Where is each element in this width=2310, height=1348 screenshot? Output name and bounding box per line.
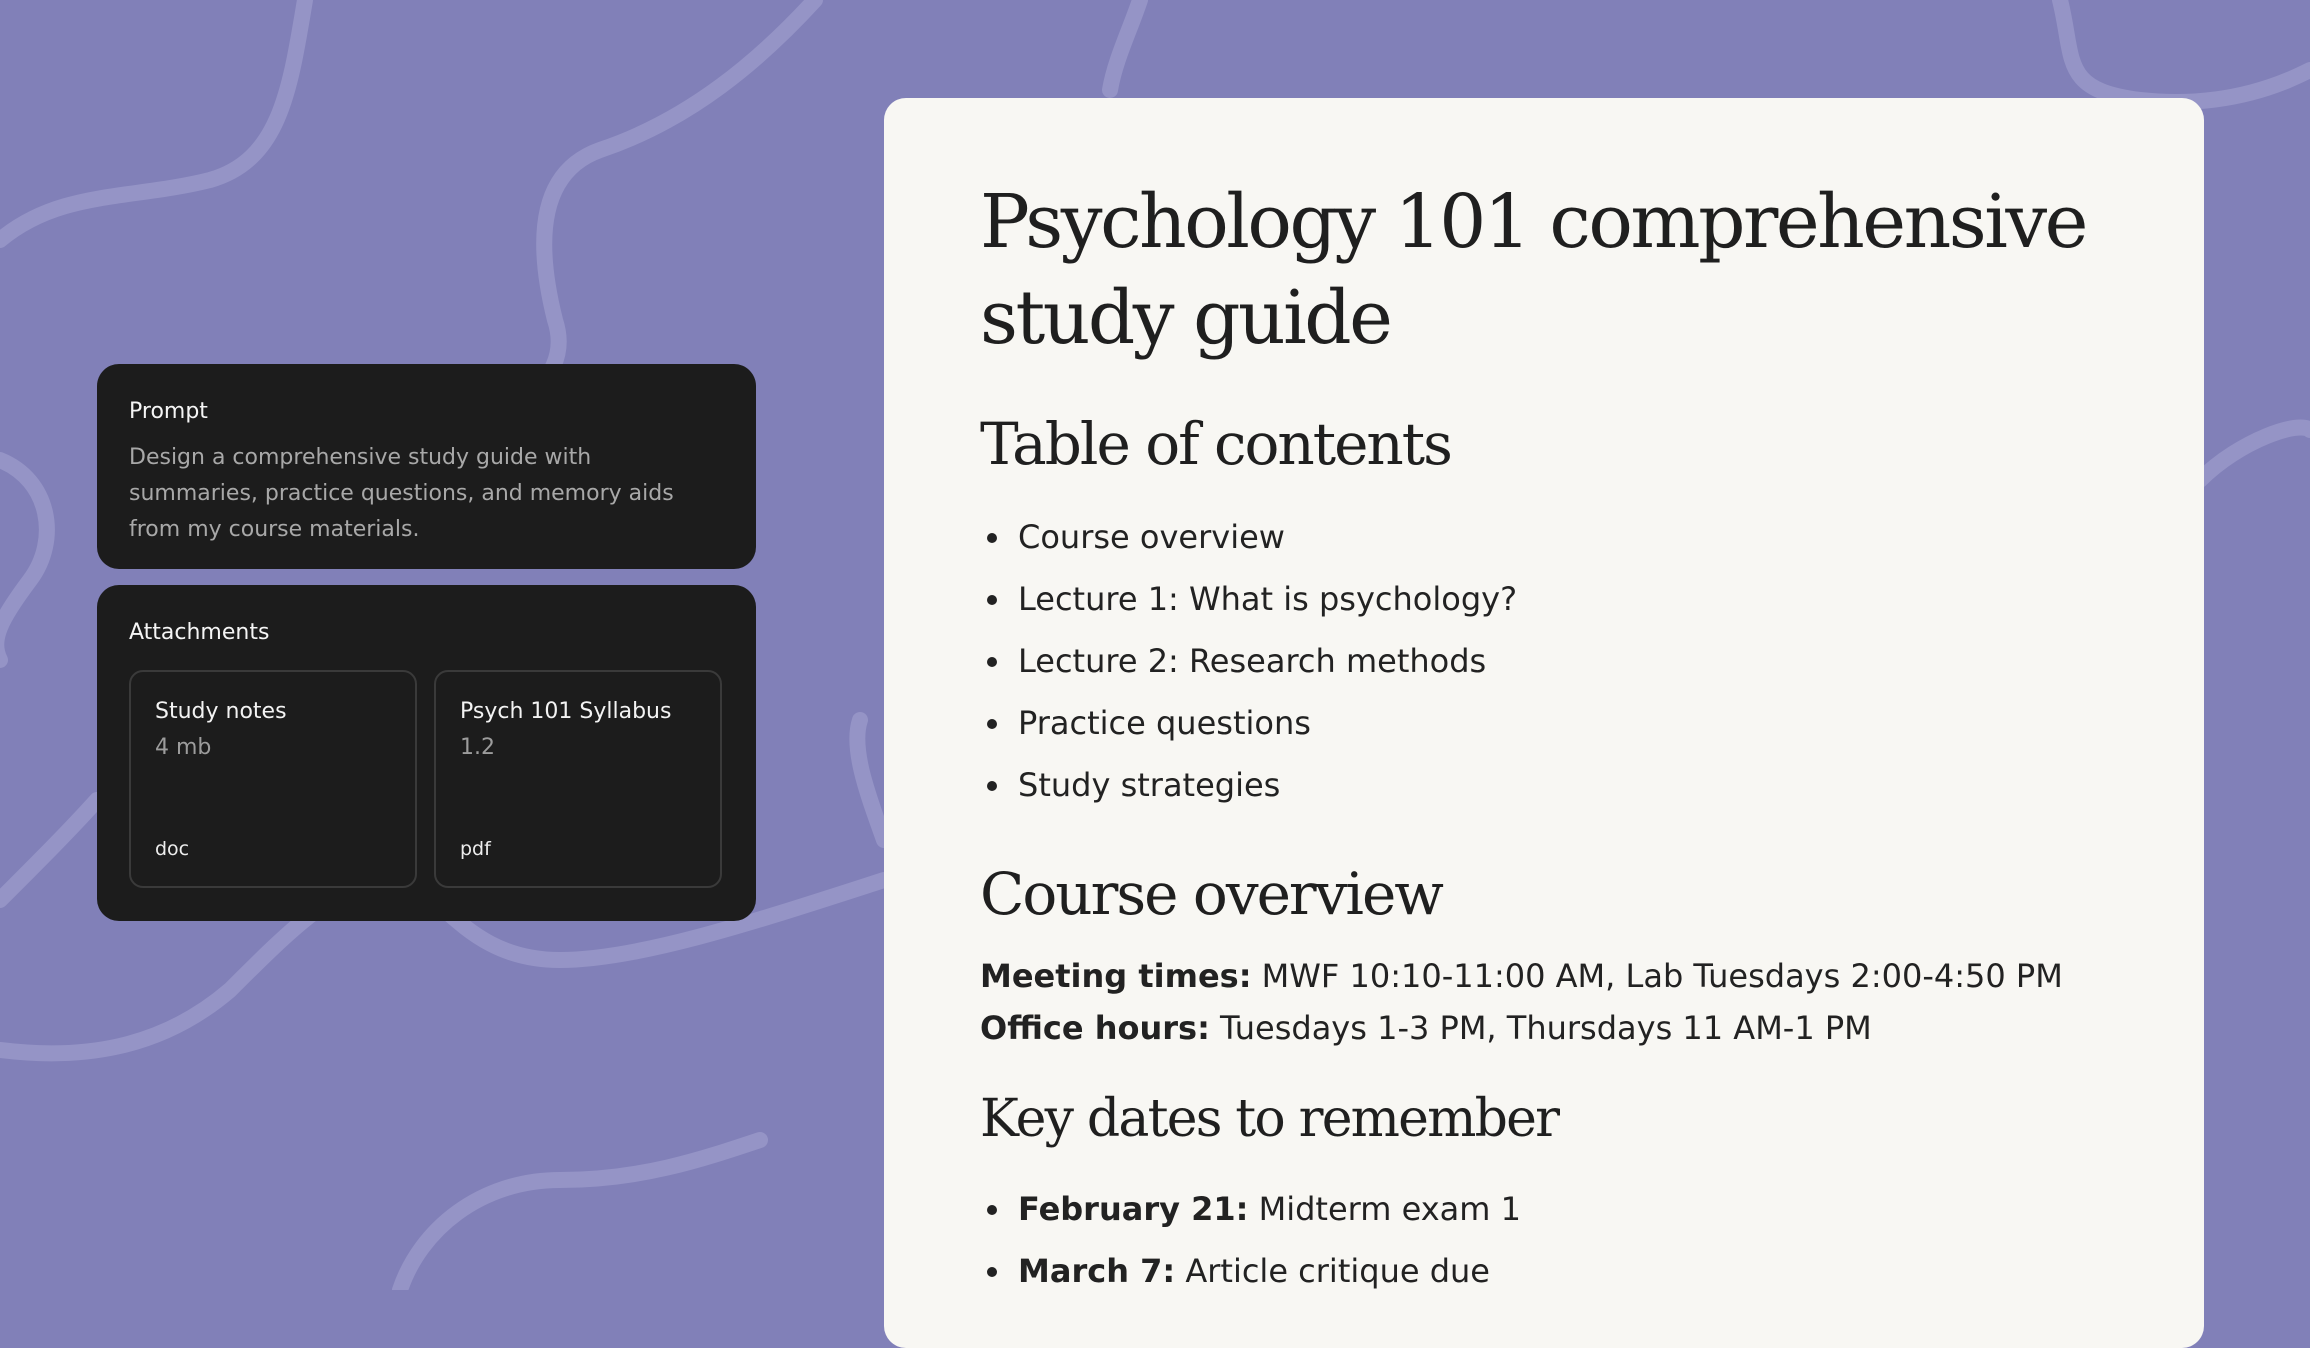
meeting-value: MWF 10:10-11:00 AM, Lab Tuesdays 2:00-4:… xyxy=(1251,957,2063,995)
office-label: Office hours: xyxy=(980,1009,1210,1047)
attachment-psych-syllabus[interactable]: Psych 101 Syllabus 1.2 pdf xyxy=(434,670,722,888)
date-event: Midterm exam 1 xyxy=(1248,1190,1521,1228)
attachment-type: doc xyxy=(155,838,190,860)
dates-list: February 21: Midterm exam 1 March 7: Art… xyxy=(980,1178,2109,1302)
date-event: Article critique due xyxy=(1175,1252,1490,1290)
prompt-card: Prompt Design a comprehensive study guid… xyxy=(97,364,756,569)
office-hours: Office hours: Tuesdays 1-3 PM, Thursdays… xyxy=(980,1002,2109,1054)
course-info: Meeting times: MWF 10:10-11:00 AM, Lab T… xyxy=(980,950,2109,1054)
date-label: February 21: xyxy=(1018,1190,1249,1228)
attachment-study-notes[interactable]: Study notes 4 mb doc xyxy=(129,670,417,888)
prompt-text: Design a comprehensive study guide with … xyxy=(129,445,674,542)
attachments-title: Attachments xyxy=(129,620,270,645)
toc-item[interactable]: Course overview xyxy=(980,506,2109,568)
attachment-type: pdf xyxy=(460,838,491,860)
attachment-size: 4 mb xyxy=(155,735,212,760)
meeting-times: Meeting times: MWF 10:10-11:00 AM, Lab T… xyxy=(980,950,2109,1002)
attachments-card: Attachments Study notes 4 mb doc Psych 1… xyxy=(97,585,756,921)
toc-item[interactable]: Practice questions xyxy=(980,692,2109,754)
toc-heading: Table of contents xyxy=(980,410,1453,478)
attachment-size: 1.2 xyxy=(460,735,495,760)
office-value: Tuesdays 1-3 PM, Thursdays 11 AM-1 PM xyxy=(1209,1009,1872,1047)
document-title: Psychology 101 comprehensive study guide xyxy=(980,179,2088,361)
attachment-name: Study notes xyxy=(155,699,287,724)
prompt-title: Prompt xyxy=(129,399,208,424)
date-item: March 7: Article critique due xyxy=(980,1240,2109,1302)
attachment-name: Psych 101 Syllabus xyxy=(460,699,672,724)
date-label: March 7: xyxy=(1018,1252,1176,1290)
study-guide-document: Psychology 101 comprehensive study guide… xyxy=(884,98,2204,1348)
toc-list: Course overview Lecture 1: What is psych… xyxy=(980,506,2109,816)
overview-heading: Course overview xyxy=(980,860,1444,928)
toc-item[interactable]: Lecture 1: What is psychology? xyxy=(980,568,2109,630)
attachment-list: Study notes 4 mb doc Psych 101 Syllabus … xyxy=(129,670,722,888)
toc-item[interactable]: Study strategies xyxy=(980,754,2109,816)
dates-heading: Key dates to remember xyxy=(980,1089,1560,1149)
meeting-label: Meeting times: xyxy=(980,957,1252,995)
date-item: February 21: Midterm exam 1 xyxy=(980,1178,2109,1240)
toc-item[interactable]: Lecture 2: Research methods xyxy=(980,630,2109,692)
